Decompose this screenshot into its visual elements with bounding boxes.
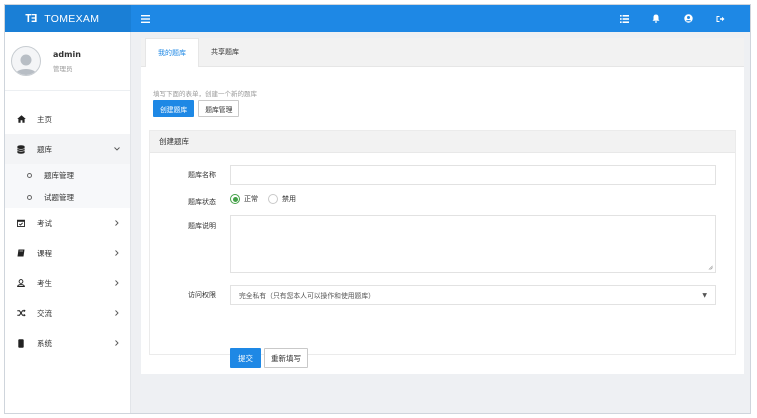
access-select[interactable]: 完全私有（只有您本人可以操作和使用题库） ▼ — [230, 285, 716, 305]
sidebar-item-question-manage[interactable]: 试题管理 — [5, 186, 130, 208]
home-icon — [16, 114, 26, 124]
sidebar-item-exam[interactable]: 考试 — [5, 208, 130, 238]
radio-checked-icon — [230, 194, 240, 204]
chevron-right-icon — [114, 280, 120, 286]
calendar-check-icon — [16, 218, 26, 228]
user-icon — [16, 278, 26, 288]
sidebar-item-student[interactable]: 考生 — [5, 268, 130, 298]
action-buttons: 创建题库 题库管理 — [153, 100, 240, 117]
chevron-down-icon — [114, 146, 120, 152]
status-radio-group: 正常 禁用 — [230, 194, 302, 204]
logout-icon[interactable] — [704, 5, 736, 32]
sidebar-item-label: 题库 — [37, 144, 52, 154]
user-panel: admin 管理员 — [5, 32, 130, 91]
desc-label: 题库说明 — [188, 222, 216, 230]
tab-shared-banks[interactable]: 共享题库 — [199, 38, 251, 66]
sidebar-item-bank[interactable]: 题库 — [5, 134, 130, 164]
reset-button[interactable]: 重新填写 — [264, 348, 308, 368]
bank-description-textarea[interactable] — [230, 215, 716, 273]
name-label: 题库名称 — [188, 171, 216, 179]
sidebar-item-course[interactable]: 课程 — [5, 238, 130, 268]
brand[interactable]: T∃ TOMEXAM — [5, 5, 131, 32]
sidebar-item-label: 系统 — [37, 338, 52, 348]
caret-down-icon: ▼ — [702, 291, 707, 299]
menu-toggle-icon[interactable] — [139, 13, 151, 25]
status-disabled-label: 禁用 — [282, 195, 296, 203]
sidebar-item-home[interactable]: 主页 — [5, 104, 130, 134]
main-content: 我的题库 共享题库 填写下面的表单，创建一个新的题库 创建题库 题库管理 创建题… — [141, 38, 744, 374]
mobile-icon — [16, 338, 26, 348]
brand-logo: T∃ — [25, 12, 37, 25]
sidebar-item-label: 题库管理 — [44, 170, 74, 180]
manage-bank-button[interactable]: 题库管理 — [198, 100, 240, 117]
sidebar-item-exchange[interactable]: 交流 — [5, 298, 130, 328]
sidebar-item-label: 主页 — [37, 114, 52, 124]
form-hint: 填写下面的表单，创建一个新的题库 — [153, 90, 257, 98]
status-normal-radio[interactable]: 正常 — [230, 194, 258, 204]
top-bar: T∃ TOMEXAM — [5, 5, 750, 32]
sidebar-submenu-bank: 题库管理 试题管理 — [5, 164, 130, 208]
circle-icon — [27, 194, 32, 200]
resize-grip-icon[interactable] — [708, 265, 713, 270]
form-actions: 提交 重新填写 — [230, 348, 308, 368]
status-disabled-radio[interactable]: 禁用 — [268, 194, 296, 204]
brand-name: TOMEXAM — [44, 12, 100, 25]
avatar[interactable] — [11, 46, 41, 76]
app-window: T∃ TOMEXAM admin 管理员 主页 题库 题库管理 试题管理 考试 … — [4, 4, 751, 414]
chevron-right-icon — [114, 340, 120, 346]
bell-icon[interactable] — [640, 5, 672, 32]
chevron-right-icon — [114, 220, 120, 226]
create-bank-panel: 创建题库 题库名称 题库状态 正常 禁用 题库说明 访问权限 完全私有（只有您本… — [149, 130, 736, 368]
tab-bar: 我的题库 共享题库 — [141, 38, 744, 67]
chevron-right-icon — [114, 250, 120, 256]
sidebar-item-bank-manage[interactable]: 题库管理 — [5, 164, 130, 186]
user-name: admin — [53, 49, 81, 59]
sidebar-item-label: 课程 — [37, 248, 52, 258]
sidebar-item-label: 交流 — [37, 308, 52, 318]
access-selected-value: 完全私有（只有您本人可以操作和使用题库） — [239, 292, 375, 300]
user-circle-icon[interactable] — [672, 5, 704, 32]
create-bank-button[interactable]: 创建题库 — [153, 100, 195, 117]
database-icon — [16, 144, 26, 154]
tab-my-banks[interactable]: 我的题库 — [145, 38, 199, 67]
shuffle-icon — [16, 308, 26, 318]
book-icon — [16, 248, 26, 258]
status-normal-label: 正常 — [244, 195, 258, 203]
sidebar-item-label: 考试 — [37, 218, 52, 228]
list-icon[interactable] — [608, 5, 640, 32]
status-label: 题库状态 — [188, 198, 216, 206]
sidebar-item-system[interactable]: 系统 — [5, 328, 130, 358]
sidebar-item-label: 试题管理 — [44, 192, 74, 202]
access-label: 访问权限 — [188, 291, 216, 299]
submit-button[interactable]: 提交 — [230, 348, 261, 368]
radio-unchecked-icon — [268, 194, 278, 204]
circle-icon — [27, 172, 32, 178]
chevron-right-icon — [114, 310, 120, 316]
sidebar-item-label: 考生 — [37, 278, 52, 288]
sidebar: admin 管理员 主页 题库 题库管理 试题管理 考试 课程 考生 交流 系统 — [5, 32, 131, 413]
user-role: 管理员 — [53, 64, 73, 73]
sidebar-nav: 主页 题库 题库管理 试题管理 考试 课程 考生 交流 系统 — [5, 104, 130, 358]
bank-name-input[interactable] — [230, 165, 716, 185]
panel-title: 创建题库 — [150, 131, 735, 153]
